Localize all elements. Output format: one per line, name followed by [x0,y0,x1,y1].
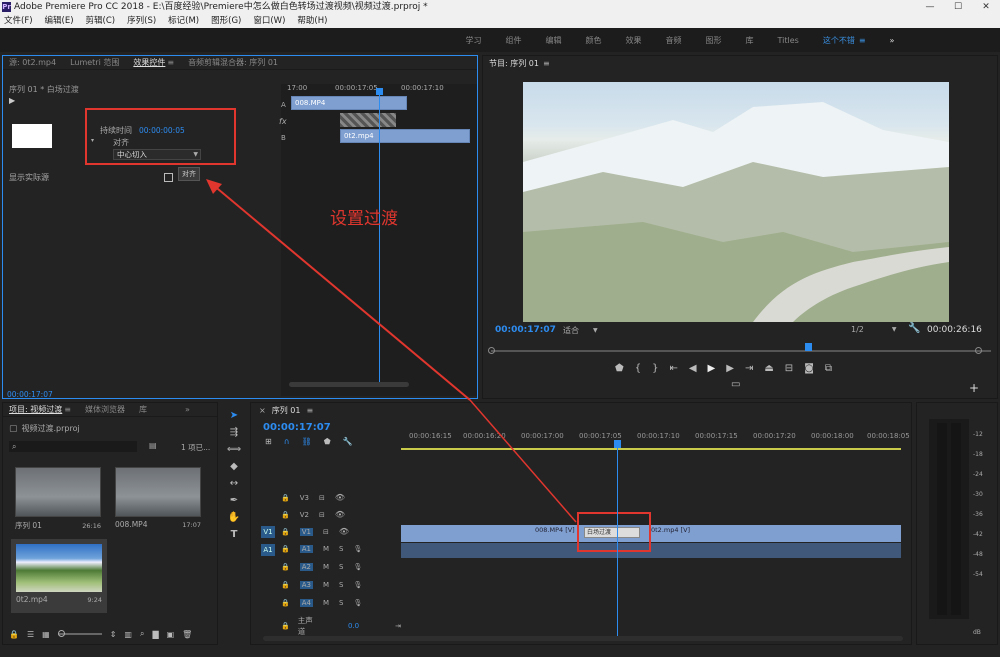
annotation-arrows [206,179,577,523]
arrow-head-settings [206,179,222,194]
annotation-text: 设置过渡 [330,209,398,229]
arrow-to-transition [469,399,577,523]
